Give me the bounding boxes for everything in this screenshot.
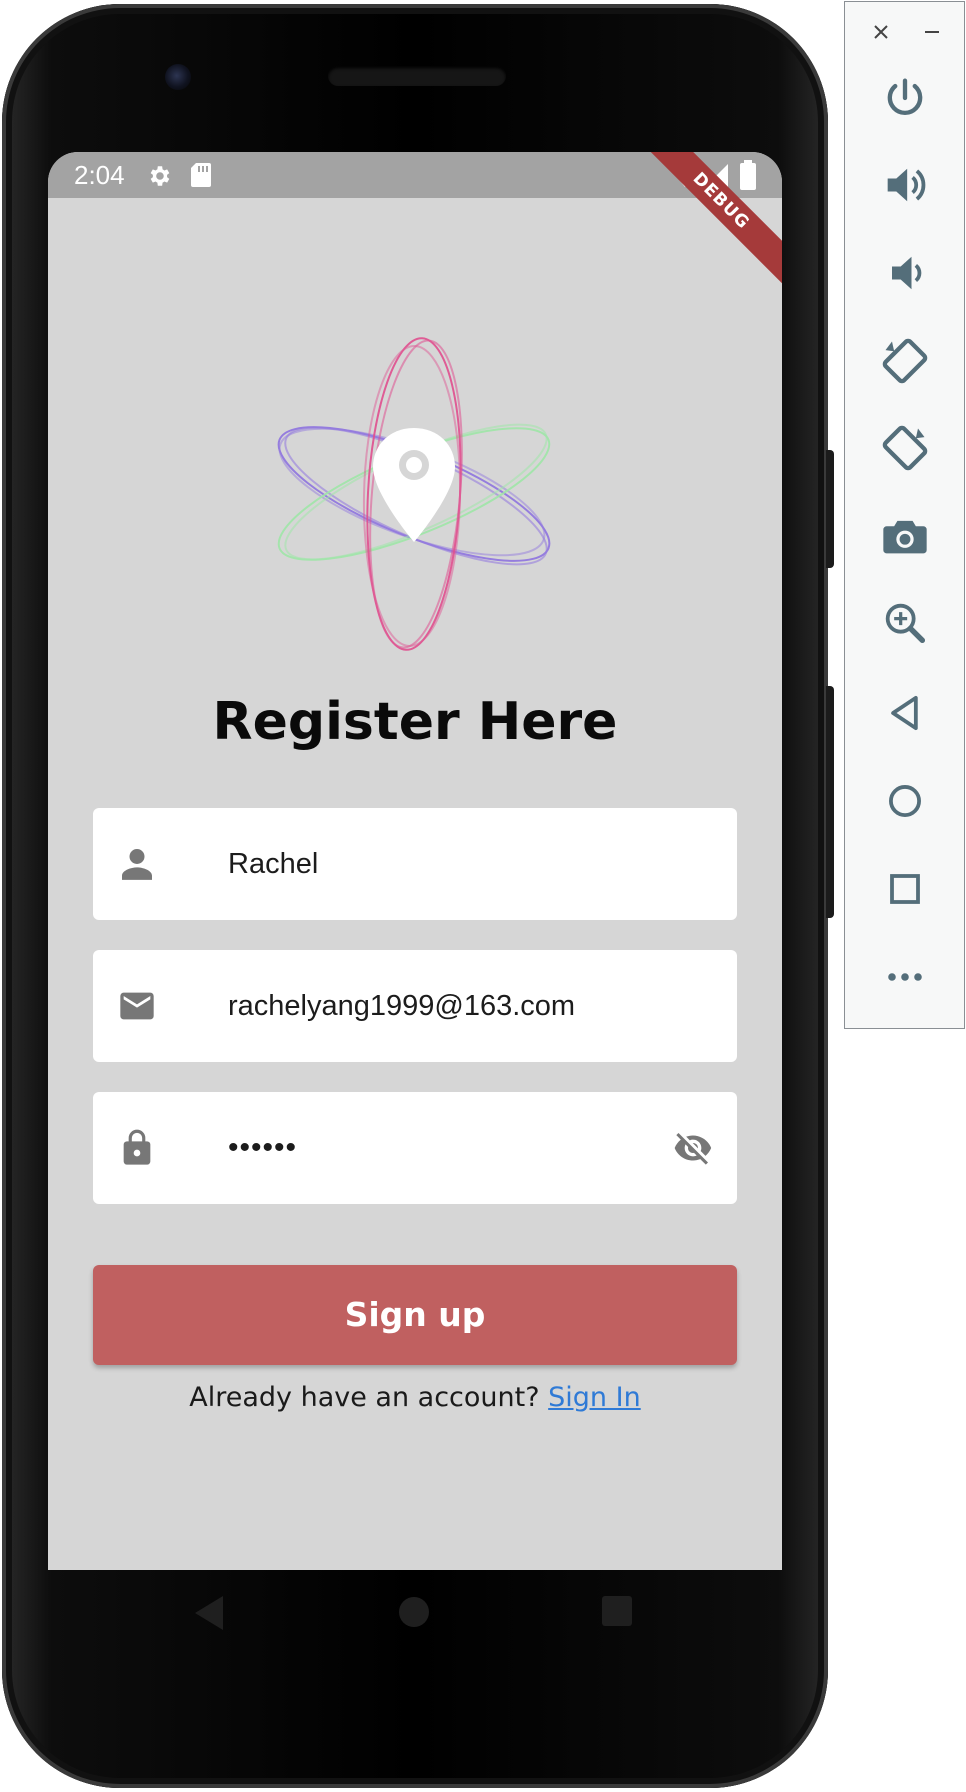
email-value: rachelyang1999@163.com: [228, 990, 576, 1022]
close-icon[interactable]: [869, 20, 893, 44]
name-field[interactable]: Rachel: [93, 808, 737, 920]
eye-off-icon[interactable]: [671, 1128, 715, 1168]
home-icon[interactable]: [879, 775, 931, 827]
zoom-icon[interactable]: [879, 597, 931, 649]
phone-frame: 2:04 DEBUG Register Here Rachel rachelya…: [2, 4, 828, 1788]
person-icon: [122, 849, 152, 880]
device-screen: 2:04 DEBUG Register Here Rachel rachelya…: [48, 152, 782, 1570]
volume-down-icon[interactable]: [879, 247, 931, 299]
minimize-icon[interactable]: [920, 20, 944, 44]
back-icon[interactable]: [195, 1596, 225, 1630]
settings-icon: [150, 166, 170, 186]
emulator-toolbar: [844, 1, 965, 1029]
lock-icon: [123, 1129, 151, 1165]
signin-row: Already have an account? Sign In: [48, 1382, 782, 1413]
front-camera: [165, 64, 191, 90]
password-field[interactable]: ••••••: [93, 1092, 737, 1204]
home-icon[interactable]: [398, 1596, 430, 1628]
signin-link[interactable]: Sign In: [548, 1382, 641, 1413]
signin-prompt: Already have an account?: [189, 1382, 549, 1413]
rotate-right-icon[interactable]: [879, 422, 931, 474]
rotate-left-icon[interactable]: [879, 335, 931, 387]
phone-side-button-volume: [826, 686, 834, 918]
location-pin-atom-logo: [277, 337, 551, 651]
email-field[interactable]: rachelyang1999@163.com: [93, 950, 737, 1062]
overview-icon[interactable]: [879, 863, 931, 915]
sd-card-icon: [191, 163, 211, 187]
status-time: 2:04: [74, 160, 125, 190]
volume-up-icon[interactable]: [879, 159, 931, 211]
password-value: ••••••: [228, 1131, 298, 1164]
mail-icon: [120, 992, 154, 1020]
name-value: Rachel: [228, 848, 319, 880]
signup-button[interactable]: Sign up: [93, 1265, 737, 1365]
power-icon[interactable]: [879, 72, 931, 124]
phone-side-button-power: [826, 450, 834, 568]
page-title: Register Here: [212, 692, 618, 752]
earpiece-speaker: [328, 66, 506, 86]
battery-icon: [740, 160, 756, 190]
camera-icon[interactable]: [879, 510, 931, 562]
more-icon[interactable]: [879, 951, 931, 1003]
back-icon[interactable]: [879, 687, 931, 739]
recents-icon[interactable]: [602, 1596, 632, 1626]
